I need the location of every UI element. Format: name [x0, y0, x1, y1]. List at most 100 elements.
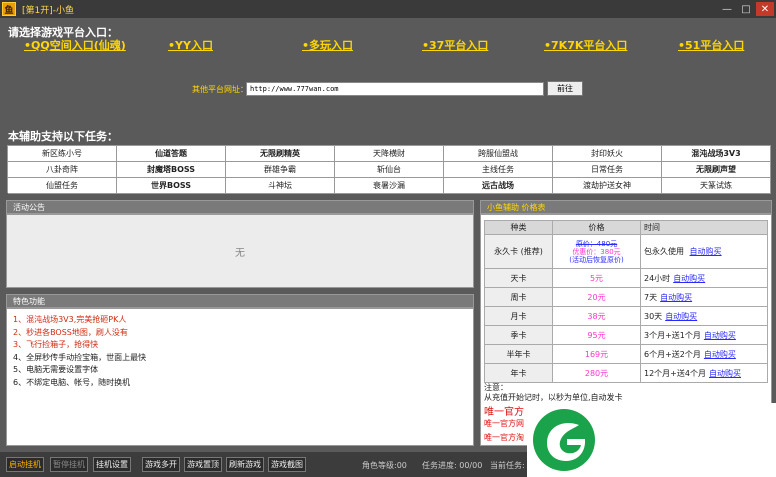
- role-level: 角色等级:00: [362, 461, 407, 470]
- row-time-label: 包永久使用: [644, 247, 684, 256]
- task-cell: 群雄争霸: [226, 162, 335, 178]
- task-cell: 世界BOSS: [117, 178, 226, 194]
- pause-button[interactable]: 暂停挂机: [50, 457, 88, 472]
- table-row: 季卡 95元 3个月+送1个月 自动购买: [484, 325, 768, 345]
- row-kind: 年卡: [484, 363, 553, 383]
- row-time: 包永久使用 自动购买: [640, 234, 768, 269]
- promo-price: 优惠价：380元: [572, 247, 621, 256]
- row-kind: 周卡: [484, 287, 553, 307]
- notice-header: 活动公告: [6, 200, 474, 214]
- tasks-grid: 新区练小号 仙道答题 无限刷精英 天降横财 跨服仙盟战 封印妖火 混沌战场3V3 八卦奇阵 封魔…: [7, 145, 771, 194]
- row-time: 12个月+送4个月 自动购买: [640, 363, 768, 383]
- other-url-label: 其他平台网址：: [192, 85, 248, 94]
- task-cell: 新区练小号: [8, 146, 117, 162]
- row-time: 24小时 自动购买: [640, 268, 768, 288]
- task-cell: 跨服仙盟战: [444, 146, 553, 162]
- original-price: 原价：480元: [575, 239, 618, 248]
- row-kind: 半年卡: [484, 344, 553, 364]
- feature-item: 4、全屏秒传手动捡宝箱，世面上最快: [13, 352, 147, 362]
- task-cell: 无限刷声望: [662, 162, 771, 178]
- table-row: 年卡 280元 12个月+送4个月 自动购买: [484, 363, 768, 383]
- row-price: 38元: [552, 306, 641, 326]
- auto-buy-link[interactable]: 自动购买: [690, 247, 722, 256]
- task-cell: 八卦奇阵: [8, 162, 117, 178]
- window-title: [第1开]-小鱼: [22, 5, 74, 16]
- feature-item: 6、不绑定电脑、帐号，随时换机: [13, 377, 131, 387]
- app-fish-icon: 鱼: [2, 2, 16, 16]
- table-row: 周卡 20元 7天 自动购买: [484, 287, 768, 307]
- auto-buy-link[interactable]: 自动购买: [704, 331, 736, 340]
- platform-link-37[interactable]: •37平台入口: [422, 37, 488, 53]
- row-price: 280元: [552, 363, 641, 383]
- notice-body: 无: [6, 214, 474, 288]
- platform-link-7k7k[interactable]: •7K7K平台入口: [544, 37, 627, 53]
- auto-buy-link[interactable]: 自动购买: [665, 312, 697, 321]
- pin-top-button[interactable]: 游戏置顶: [184, 457, 222, 472]
- auto-buy-link[interactable]: 自动购买: [660, 293, 692, 302]
- price-header: 小鱼辅助 价格表: [480, 200, 772, 214]
- official-notice-1: 唯一官方: [484, 407, 524, 418]
- refresh-game-button[interactable]: 刷新游戏: [226, 457, 264, 472]
- screenshot-button[interactable]: 游戏截图: [268, 457, 306, 472]
- feature-item: 5、电脑无需要设置字体: [13, 365, 99, 374]
- go-button[interactable]: 前往: [547, 81, 583, 96]
- feature-item: 3、飞行捡箱子，抢得快: [13, 340, 99, 349]
- task-cell: 日常任务: [553, 162, 662, 178]
- row-time-label: 12个月+送4个月: [644, 368, 706, 378]
- maximize-icon[interactable]: □: [737, 2, 755, 16]
- start-button[interactable]: 启动挂机: [6, 457, 44, 472]
- table-row: 半年卡 169元 6个月+送2个月 自动购买: [484, 344, 768, 364]
- settings-button[interactable]: 挂机设置: [93, 457, 131, 472]
- official-notice-2: 唯一官方网: [484, 419, 524, 428]
- row-price: 169元: [552, 344, 641, 364]
- task-cell: 天篆试炼: [662, 178, 771, 194]
- task-cell: 斩仙台: [335, 162, 444, 178]
- auto-buy-link[interactable]: 自动购买: [709, 369, 741, 378]
- features-body: 1、混沌战场3V3,完美抢砸PK人 2、秒进各BOSS地图，刷人没有 3、飞行捡箱子…: [6, 308, 474, 446]
- task-cell: 封印妖火: [553, 146, 662, 162]
- row-price: 20元: [552, 287, 641, 307]
- multi-open-button[interactable]: 游戏多开: [142, 457, 180, 472]
- task-cell: 衰暑沙漏: [335, 178, 444, 194]
- row-time: 30天 自动购买: [640, 306, 768, 326]
- row-kind: 永久卡 (推荐): [484, 234, 553, 269]
- features-header: 特色功能: [6, 294, 474, 308]
- column-header-time: 时间: [640, 220, 768, 235]
- auto-buy-link[interactable]: 自动购买: [704, 350, 736, 359]
- column-header-price: 价格: [552, 220, 641, 235]
- column-header-kind: 种类: [484, 220, 553, 235]
- row-time-label: 6个月+送2个月: [644, 349, 701, 359]
- row-kind: 天卡: [484, 268, 553, 288]
- table-row: 永久卡 (推荐) 原价：480元 优惠价：380元 (活动后恢复原价) 包永久使…: [484, 234, 768, 269]
- task-cell: 主线任务: [444, 162, 553, 178]
- tasks-section-title: 本辅助支持以下任务：: [8, 130, 118, 143]
- row-time: 6个月+送2个月 自动购买: [640, 344, 768, 364]
- row-time-label: 7天: [644, 292, 658, 302]
- platform-link-51[interactable]: •51平台入口: [678, 37, 744, 53]
- row-price: 原价：480元 优惠价：380元 (活动后恢复原价): [552, 234, 641, 269]
- auto-buy-link[interactable]: 自动购买: [673, 274, 705, 283]
- platform-link-yy[interactable]: •YY入口: [168, 37, 213, 53]
- platform-link-qq[interactable]: •QQ空间入口(仙魂): [24, 37, 126, 53]
- promo-note: (活动后恢复原价): [569, 255, 624, 264]
- row-time-label: 24小时: [644, 273, 671, 283]
- task-progress: 任务进度: 00/00: [422, 461, 483, 470]
- task-cell: 仙道答题: [117, 146, 226, 162]
- task-cell: 仙盟任务: [8, 178, 117, 194]
- minimize-icon[interactable]: —: [718, 2, 736, 16]
- feature-item: 2、秒进各BOSS地图，刷人没有: [13, 327, 128, 337]
- task-cell: 无限刷精英: [226, 146, 335, 162]
- row-time: 7天 自动购买: [640, 287, 768, 307]
- task-cell: 渡劫护送女神: [553, 178, 662, 194]
- url-input[interactable]: [246, 82, 544, 96]
- leaf-logo-icon: [533, 409, 595, 471]
- close-icon[interactable]: ✕: [756, 2, 774, 16]
- price-table: 种类 价格 时间 永久卡 (推荐) 原价：480元 优惠价：380元 (活动后恢…: [484, 220, 768, 383]
- row-price: 5元: [552, 268, 641, 288]
- row-price: 95元: [552, 325, 641, 345]
- task-cell: 混沌战场3V3: [662, 146, 771, 162]
- notice-content: 无: [235, 247, 245, 259]
- title-bar: 鱼 [第1开]-小鱼: [0, 0, 776, 18]
- table-row: 天卡 5元 24小时 自动购买: [484, 268, 768, 288]
- platform-link-duowan[interactable]: •多玩入口: [302, 37, 353, 53]
